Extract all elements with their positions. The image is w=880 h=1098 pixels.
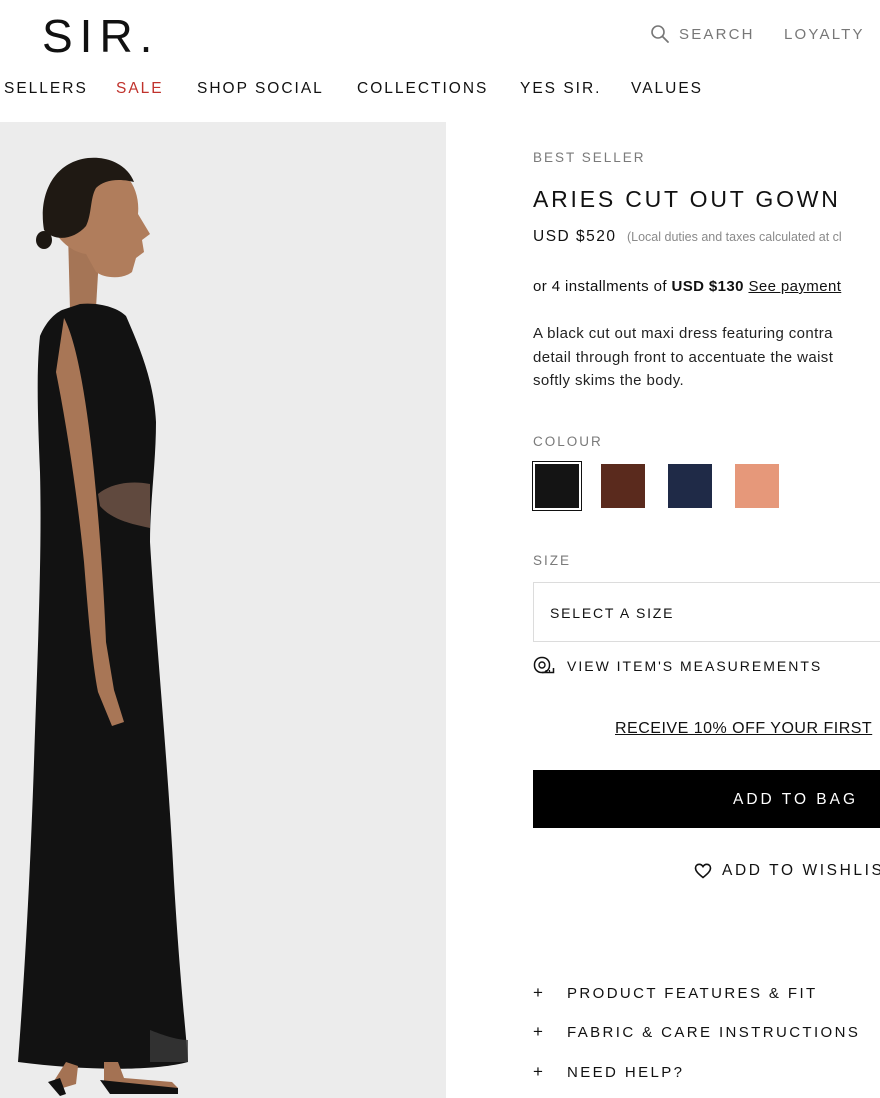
view-measurements-link[interactable]: VIEW ITEM'S MEASUREMENTS xyxy=(533,656,822,676)
colour-swatch-peach[interactable] xyxy=(735,464,779,508)
first-order-discount-link[interactable]: RECEIVE 10% OFF YOUR FIRST xyxy=(615,720,872,738)
accordion-label: FABRIC & CARE INSTRUCTIONS xyxy=(567,1023,861,1041)
description-line: softly skims the body. xyxy=(533,372,685,389)
installments-prefix: or 4 installments of xyxy=(533,278,672,295)
accordion-product-features[interactable]: + PRODUCT FEATURES & FIT xyxy=(533,983,818,1003)
nav-item-sale[interactable]: SALE xyxy=(116,80,164,98)
description-line: A black cut out maxi dress featuring con… xyxy=(533,325,833,342)
tape-measure-icon xyxy=(533,656,555,674)
search-icon xyxy=(651,25,669,43)
nav-item-collections[interactable]: COLLECTIONS xyxy=(357,80,488,98)
add-to-bag-button[interactable]: ADD TO BAG xyxy=(533,770,880,828)
nav-item-shop-social[interactable]: SHOP SOCIAL xyxy=(197,80,324,98)
search-label: SEARCH xyxy=(679,25,755,43)
expand-plus-icon: + xyxy=(533,1062,543,1081)
search-button[interactable]: SEARCH xyxy=(650,24,755,44)
size-select-placeholder: SELECT A SIZE xyxy=(550,605,675,621)
nav-item-sellers[interactable]: SELLERS xyxy=(4,80,88,98)
colour-swatch-navy[interactable] xyxy=(668,464,712,508)
product-price: USD $520 xyxy=(533,228,617,245)
add-to-wishlist-label: ADD TO WISHLIS xyxy=(722,862,880,879)
add-to-wishlist-button[interactable]: ADD TO WISHLIS xyxy=(694,862,880,880)
description-line: detail through front to accentuate the w… xyxy=(533,348,834,366)
product-description: A black cut out maxi dress featuring con… xyxy=(533,322,880,392)
expand-plus-icon: + xyxy=(533,1022,543,1041)
colour-label: COLOUR xyxy=(533,434,603,449)
add-to-bag-label: ADD TO BAG xyxy=(733,791,859,808)
view-measurements-label: VIEW ITEM'S MEASUREMENTS xyxy=(567,658,823,674)
heart-icon xyxy=(694,863,712,879)
colour-swatch-black[interactable] xyxy=(532,461,582,511)
installments-amount: USD $130 xyxy=(671,278,744,295)
duties-note: (Local duties and taxes calculated at cl xyxy=(626,230,842,244)
size-select[interactable]: SELECT A SIZE xyxy=(533,582,880,642)
accordion-label: NEED HELP? xyxy=(567,1063,685,1081)
loyalty-link[interactable]: LOYALTY xyxy=(784,26,865,43)
accordion-label: PRODUCT FEATURES & FIT xyxy=(567,984,818,1002)
main-nav: SELLERS SALE SHOP SOCIAL COLLECTIONS YES… xyxy=(0,80,880,102)
installments-text: or 4 installments of USD $130 See paymen… xyxy=(533,278,841,295)
size-label: SIZE xyxy=(533,553,572,568)
best-seller-badge: BEST SELLER xyxy=(533,150,646,165)
expand-plus-icon: + xyxy=(533,983,543,1002)
brand-logo[interactable]: SIR. xyxy=(42,10,159,62)
price-row: USD $520 (Local duties and taxes calcula… xyxy=(533,228,842,246)
nav-item-values[interactable]: VALUES xyxy=(631,80,703,98)
see-payment-link[interactable]: See payment xyxy=(748,278,841,295)
product-image[interactable] xyxy=(0,122,446,1098)
model-figure-illustration xyxy=(18,157,188,1096)
accordion-fabric-care[interactable]: + FABRIC & CARE INSTRUCTIONS xyxy=(533,1022,860,1042)
accordion-need-help[interactable]: + NEED HELP? xyxy=(533,1062,684,1082)
colour-swatch-brown[interactable] xyxy=(601,464,645,508)
nav-item-yes-sir[interactable]: YES SIR. xyxy=(520,80,601,98)
product-title: ARIES CUT OUT GOWN xyxy=(533,186,841,212)
